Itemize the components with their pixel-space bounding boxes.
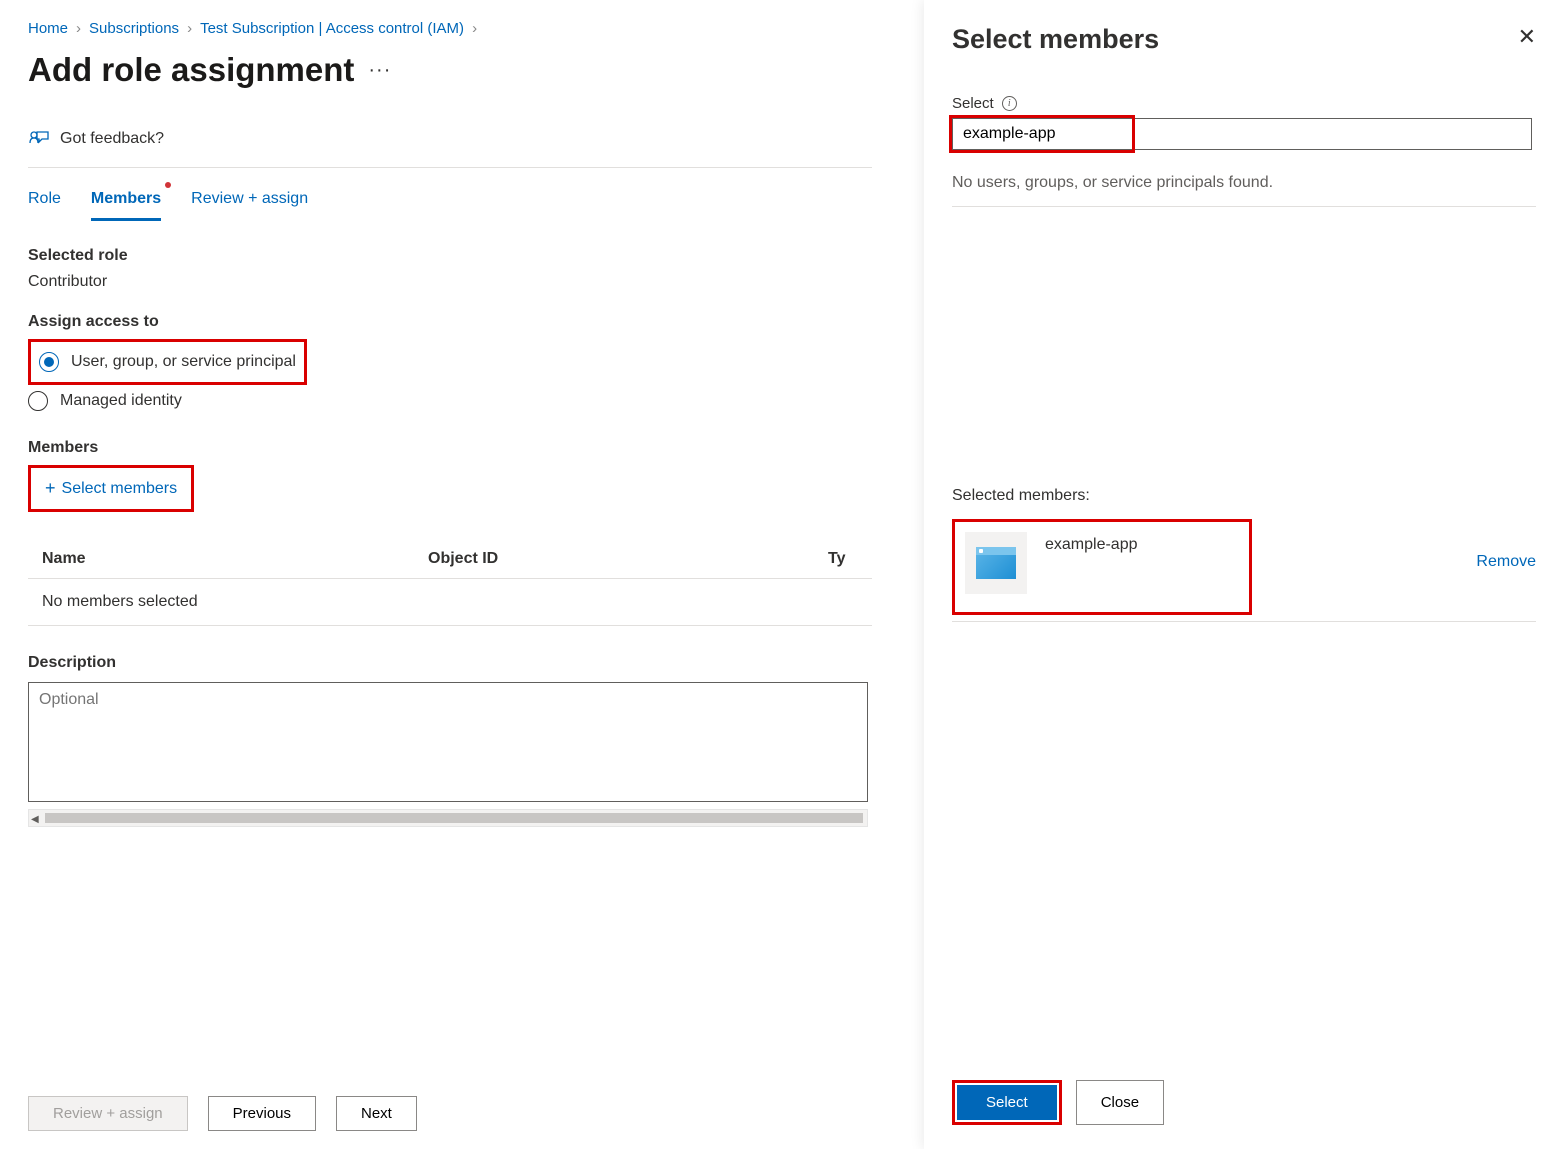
selected-member-name: example-app bbox=[1045, 532, 1138, 554]
remove-member-link[interactable]: Remove bbox=[1476, 553, 1536, 571]
description-label: Description bbox=[28, 654, 872, 672]
select-members-link[interactable]: + Select members bbox=[39, 472, 183, 505]
tab-review-assign[interactable]: Review + assign bbox=[191, 180, 308, 221]
page-title: Add role assignment bbox=[28, 51, 354, 89]
radio-managed-identity[interactable]: Managed identity bbox=[28, 385, 872, 417]
chevron-right-icon: › bbox=[472, 20, 477, 37]
info-icon[interactable]: i bbox=[1002, 96, 1017, 111]
radio-user-label: User, group, or service principal bbox=[71, 353, 296, 371]
feedback-label: Got feedback? bbox=[60, 130, 164, 148]
select-members-link-label: Select members bbox=[62, 480, 178, 498]
close-icon[interactable]: ✕ bbox=[1518, 24, 1536, 50]
horizontal-scrollbar[interactable]: ◀ bbox=[28, 809, 868, 827]
more-actions-button[interactable]: ··· bbox=[368, 59, 391, 82]
close-button[interactable]: Close bbox=[1076, 1080, 1164, 1125]
scroll-left-icon: ◀ bbox=[31, 814, 41, 824]
tab-members-label: Members bbox=[91, 190, 161, 207]
app-icon bbox=[965, 532, 1027, 594]
previous-button[interactable]: Previous bbox=[208, 1096, 316, 1131]
breadcrumb-home[interactable]: Home bbox=[28, 20, 68, 37]
selected-members-label: Selected members: bbox=[952, 487, 1536, 505]
col-header-name: Name bbox=[28, 550, 428, 568]
tabs: Role Members Review + assign bbox=[28, 180, 872, 221]
feedback-link[interactable]: Got feedback? bbox=[28, 119, 872, 168]
selected-role-label: Selected role bbox=[28, 247, 872, 265]
col-header-object-id: Object ID bbox=[428, 550, 828, 568]
select-members-panel: Select members ✕ Select i No users, grou… bbox=[924, 0, 1564, 1149]
feedback-icon bbox=[28, 129, 50, 149]
chevron-right-icon: › bbox=[76, 20, 81, 37]
review-assign-button: Review + assign bbox=[28, 1096, 188, 1131]
radio-managed-label: Managed identity bbox=[60, 392, 182, 410]
indicator-dot-icon bbox=[165, 182, 171, 188]
select-button[interactable]: Select bbox=[957, 1085, 1057, 1120]
radio-checked-icon bbox=[39, 352, 59, 372]
chevron-right-icon: › bbox=[187, 20, 192, 37]
select-field-label: Select bbox=[952, 95, 994, 112]
wizard-footer: Review + assign Previous Next bbox=[0, 1078, 900, 1149]
breadcrumb-subscriptions[interactable]: Subscriptions bbox=[89, 20, 179, 37]
plus-icon: + bbox=[45, 478, 56, 499]
selected-member-row[interactable]: example-app bbox=[965, 532, 1239, 594]
radio-user-group-sp[interactable]: User, group, or service principal bbox=[39, 346, 296, 378]
members-table-empty: No members selected bbox=[28, 579, 872, 625]
tab-role[interactable]: Role bbox=[28, 180, 61, 221]
no-results-text: No users, groups, or service principals … bbox=[952, 174, 1536, 207]
selected-role-value: Contributor bbox=[28, 273, 872, 291]
member-search-input[interactable] bbox=[952, 118, 1532, 150]
breadcrumb-subscription-detail[interactable]: Test Subscription | Access control (IAM) bbox=[200, 20, 464, 37]
members-label: Members bbox=[28, 439, 872, 457]
members-table: Name Object ID Ty No members selected bbox=[28, 540, 872, 626]
tab-members[interactable]: Members bbox=[91, 180, 161, 221]
col-header-type: Ty bbox=[828, 550, 872, 568]
next-button[interactable]: Next bbox=[336, 1096, 417, 1131]
breadcrumb: Home › Subscriptions › Test Subscription… bbox=[28, 20, 872, 37]
panel-title: Select members bbox=[952, 24, 1159, 55]
radio-unchecked-icon bbox=[28, 391, 48, 411]
description-input[interactable] bbox=[28, 682, 868, 802]
assign-access-label: Assign access to bbox=[28, 313, 872, 331]
